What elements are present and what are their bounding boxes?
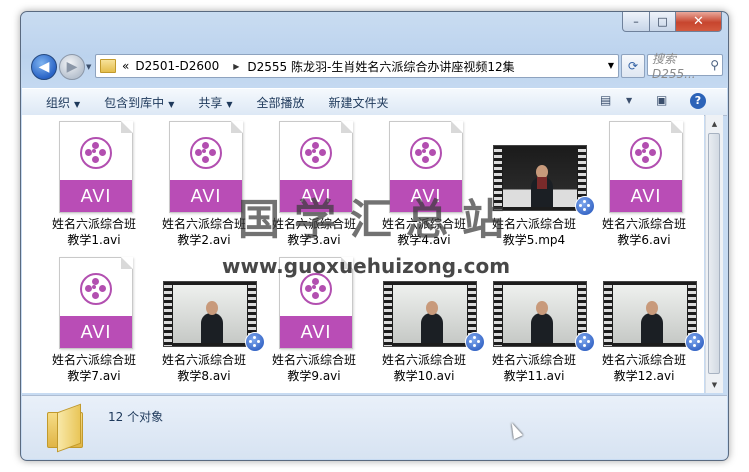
search-input[interactable]: 搜索 D255... ⚲ bbox=[647, 52, 723, 81]
avi-file-icon: AVI bbox=[169, 121, 243, 213]
video-thumbnail bbox=[603, 281, 697, 347]
file-name-line: 姓名六派综合班 bbox=[491, 353, 576, 367]
file-name-line: 姓名六派综合班 bbox=[381, 353, 466, 367]
file-name: 姓名六派综合班 教学12.avi bbox=[588, 352, 700, 384]
file-name: 姓名六派综合班 教学6.avi bbox=[588, 216, 700, 248]
file-type-label: AVI bbox=[60, 180, 132, 212]
file-item[interactable]: AVI 姓名六派综合班 教学7.avi bbox=[38, 253, 138, 383]
media-player-badge-icon bbox=[685, 332, 705, 352]
file-item[interactable]: AVI 姓名六派综合班 教学6.avi bbox=[588, 117, 688, 247]
close-button[interactable]: ✕ bbox=[676, 12, 722, 32]
breadcrumb-segment-1[interactable]: D2501-D2600 bbox=[135, 59, 219, 73]
file-name-line: 姓名六派综合班 bbox=[601, 217, 686, 231]
film-reel-icon bbox=[80, 137, 112, 169]
file-name-line: 姓名六派综合班 bbox=[601, 353, 686, 367]
details-pane: 12 个对象 bbox=[22, 395, 727, 459]
film-reel-icon bbox=[630, 137, 662, 169]
file-name-line: 姓名六派综合班 bbox=[51, 217, 136, 231]
include-library-menu[interactable]: 包含到库中 ▼ bbox=[104, 94, 174, 111]
video-thumbnail bbox=[383, 281, 477, 347]
file-name-line: 教学8.avi bbox=[177, 369, 231, 383]
file-type-label: AVI bbox=[170, 180, 242, 212]
file-item[interactable]: AVI 姓名六派综合班 教学1.avi bbox=[38, 117, 138, 247]
navigation-bar: ◀ ▶ ▼ « D2501-D2600 ▶ D2555 陈龙羽-生肖姓名六派综合… bbox=[29, 51, 723, 81]
file-name-line: 姓名六派综合班 bbox=[271, 353, 356, 367]
chevron-down-icon: ▼ bbox=[226, 99, 233, 109]
new-folder-button[interactable]: 新建文件夹 bbox=[329, 94, 389, 111]
refresh-button[interactable]: ⟳ bbox=[621, 54, 645, 78]
file-name-line: 教学7.avi bbox=[67, 369, 121, 383]
item-count: 12 个对象 bbox=[108, 410, 164, 424]
vertical-scrollbar[interactable]: ▲ ▼ bbox=[705, 115, 723, 393]
file-name-line: 教学1.avi bbox=[67, 233, 121, 247]
organize-menu[interactable]: 组织 ▼ bbox=[46, 94, 80, 111]
scroll-thumb[interactable] bbox=[708, 133, 720, 374]
file-name: 姓名六派综合班 教学10.avi bbox=[368, 352, 480, 384]
file-type-label: AVI bbox=[60, 316, 132, 348]
video-thumbnail bbox=[493, 281, 587, 347]
scroll-down-arrow-icon[interactable]: ▼ bbox=[706, 376, 723, 393]
chevron-down-icon: ▼ bbox=[168, 99, 175, 109]
folder-icon bbox=[100, 59, 116, 73]
address-bar[interactable]: « D2501-D2600 ▶ D2555 陈龙羽-生肖姓名六派综合办讲座视频1… bbox=[95, 54, 619, 78]
file-name: 姓名六派综合班 教学8.avi bbox=[148, 352, 260, 384]
organize-label: 组织 bbox=[46, 95, 71, 110]
video-thumbnail bbox=[163, 281, 257, 347]
help-icon[interactable]: ? bbox=[690, 93, 706, 109]
chevron-down-icon: ▼ bbox=[74, 99, 81, 109]
file-name-line: 姓名六派综合班 bbox=[161, 353, 246, 367]
folder-icon bbox=[47, 403, 83, 453]
share-label: 共享 bbox=[198, 95, 223, 110]
file-name-line: 教学11.avi bbox=[503, 369, 565, 383]
file-name: 姓名六派综合班 教学11.avi bbox=[478, 352, 590, 384]
command-toolbar: 组织 ▼ 包含到库中 ▼ 共享 ▼ 全部播放 新建文件夹 ▤ ▼ ▣ ? bbox=[22, 88, 727, 116]
minimize-button[interactable]: – bbox=[622, 12, 650, 32]
view-dropdown-icon[interactable]: ▼ bbox=[626, 96, 632, 105]
recent-pages-dropdown[interactable]: ▼ bbox=[86, 63, 91, 71]
file-type-label: AVI bbox=[610, 180, 682, 212]
file-name: 姓名六派综合班 教学1.avi bbox=[38, 216, 150, 248]
include-library-label: 包含到库中 bbox=[104, 95, 165, 110]
film-reel-icon bbox=[190, 137, 222, 169]
share-menu[interactable]: 共享 ▼ bbox=[198, 94, 232, 111]
file-type-label: AVI bbox=[280, 316, 352, 348]
address-dropdown-icon[interactable]: ▼ bbox=[608, 61, 614, 70]
maximize-button[interactable]: □ bbox=[650, 12, 676, 32]
forward-button[interactable]: ▶ bbox=[59, 54, 85, 80]
film-reel-icon bbox=[410, 137, 442, 169]
avi-file-icon: AVI bbox=[59, 121, 133, 213]
scroll-up-arrow-icon[interactable]: ▲ bbox=[706, 115, 723, 132]
file-item[interactable]: 姓名六派综合班 教学12.avi bbox=[588, 253, 705, 383]
search-icon[interactable]: ⚲ bbox=[710, 58, 719, 72]
film-reel-icon bbox=[80, 273, 112, 305]
avi-file-icon: AVI bbox=[59, 257, 133, 349]
preview-pane-icon[interactable]: ▣ bbox=[656, 93, 667, 107]
file-name: 姓名六派综合班 教学7.avi bbox=[38, 352, 150, 384]
file-name-line: 教学9.avi bbox=[287, 369, 341, 383]
avi-file-icon: AVI bbox=[609, 121, 683, 213]
file-name-line: 姓名六派综合班 bbox=[51, 353, 136, 367]
film-reel-icon bbox=[300, 137, 332, 169]
breadcrumb-chevron-icon[interactable]: ▶ bbox=[233, 62, 239, 71]
view-options-icon[interactable]: ▤ bbox=[600, 93, 611, 107]
file-item[interactable]: AVI 姓名六派综合班 教学2.avi bbox=[148, 117, 248, 247]
watermark-text: 国学汇总站 bbox=[238, 195, 519, 244]
play-all-button[interactable]: 全部播放 bbox=[257, 94, 305, 111]
file-name-line: 教学10.avi bbox=[393, 369, 455, 383]
watermark-url: www.guoxuehuizong.com bbox=[222, 254, 511, 278]
back-button[interactable]: ◀ bbox=[31, 54, 57, 80]
address-overflow[interactable]: « bbox=[122, 59, 129, 73]
file-name-line: 教学6.avi bbox=[617, 233, 671, 247]
caption-buttons: – □ ✕ bbox=[622, 12, 722, 32]
file-name-line: 教学12.avi bbox=[613, 369, 675, 383]
file-name: 姓名六派综合班 教学9.avi bbox=[258, 352, 370, 384]
breadcrumb-segment-2[interactable]: D2555 陈龙羽-生肖姓名六派综合办讲座视频12集 bbox=[247, 58, 514, 75]
